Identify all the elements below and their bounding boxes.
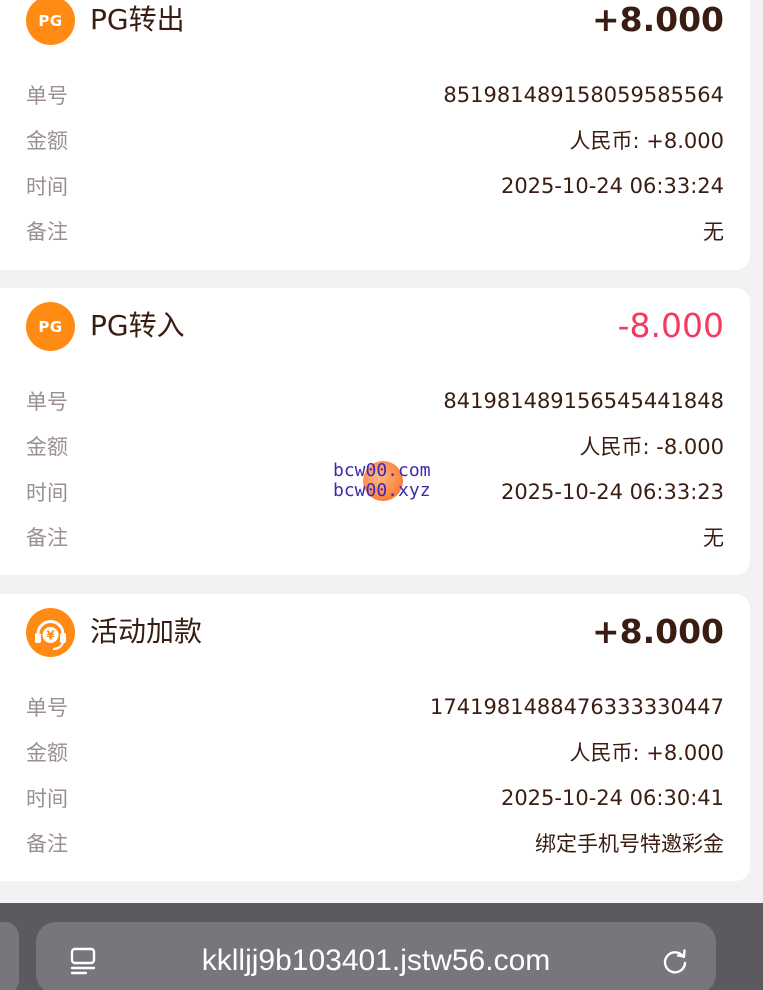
detail-label: 备注 [26, 220, 68, 245]
detail-label: 时间 [26, 786, 68, 811]
detail-label: 金额 [26, 129, 68, 154]
transaction-header: ¥ 活动加款 +8.000 [26, 600, 724, 670]
detail-row-order-number: 单号 1741981488476333330447 [26, 684, 724, 730]
address-bar[interactable]: kklljj9b103401.jstw56.com [36, 922, 716, 990]
detail-row-time: 时间 2025-10-24 06:30:41 [26, 775, 724, 821]
detail-row-time: 时间 2025-10-24 06:33:24 [26, 163, 724, 209]
pg-logo-icon: PG [26, 302, 75, 351]
detail-label: 时间 [26, 480, 68, 505]
detail-value: 人民币: -8.000 [579, 435, 724, 460]
transaction-title: PG转入 [90, 309, 185, 342]
detail-row-order-number: 单号 851981489158059585564 [26, 72, 724, 118]
watermark-line: bcw00.com [333, 460, 431, 481]
detail-value: 841981489156545441848 [443, 388, 724, 413]
transaction-card[interactable]: PG PG转出 +8.000 单号 851981489158059585564 … [0, 0, 750, 270]
detail-value: 851981489158059585564 [443, 82, 724, 107]
detail-row-amount: 金额 人民币: +8.000 [26, 730, 724, 776]
detail-label: 备注 [26, 832, 68, 857]
detail-value: 人民币: +8.000 [569, 129, 724, 154]
transaction-title: PG转出 [90, 3, 185, 36]
previous-tab[interactable] [0, 922, 19, 990]
detail-row-amount: 金额 人民币: +8.000 [26, 118, 724, 164]
transaction-header: PG PG转入 -8.000 [26, 294, 724, 364]
transaction-amount: +8.000 [591, 0, 724, 39]
transaction-amount: -8.000 [617, 306, 724, 345]
detail-value: 1741981488476333330447 [430, 694, 724, 719]
detail-label: 单号 [26, 389, 68, 414]
transaction-details: 单号 1741981488476333330447 金额 人民币: +8.000… [26, 684, 724, 866]
transaction-title: 活动加款 [90, 615, 203, 648]
logo-text: PG [38, 11, 63, 30]
watermark-line: bcw00.xyz [333, 480, 431, 501]
detail-label: 金额 [26, 741, 68, 766]
watermark: bcw00.com bcw00.xyz [333, 461, 443, 506]
detail-value: 人民币: +8.000 [569, 741, 724, 766]
detail-value: 2025-10-24 06:33:23 [500, 479, 724, 504]
svg-text:¥: ¥ [46, 629, 55, 643]
pg-logo-icon: PG [26, 0, 75, 45]
detail-row-note: 备注 无 [26, 515, 724, 561]
detail-label: 备注 [26, 526, 68, 551]
headset-yuan-icon: ¥ [26, 608, 75, 657]
transaction-amount: +8.000 [591, 612, 724, 651]
transaction-header: PG PG转出 +8.000 [26, 0, 724, 58]
detail-row-order-number: 单号 841981489156545441848 [26, 378, 724, 424]
detail-value: 2025-10-24 06:30:41 [500, 785, 724, 810]
detail-value: 无 [703, 526, 724, 551]
detail-row-note: 备注 绑定手机号特邀彩金 [26, 821, 724, 867]
headset-yuan-icon: ¥ [35, 620, 66, 650]
logo-text: PG [38, 317, 63, 336]
detail-label: 时间 [26, 174, 68, 199]
detail-label: 金额 [26, 435, 68, 460]
url-text[interactable]: kklljj9b103401.jstw56.com [36, 944, 716, 978]
reload-icon[interactable] [660, 946, 690, 980]
detail-value: 无 [703, 220, 724, 245]
detail-row-note: 备注 无 [26, 209, 724, 255]
detail-value: 2025-10-24 06:33:24 [500, 173, 724, 198]
detail-label: 单号 [26, 695, 68, 720]
transaction-details: 单号 851981489158059585564 金额 人民币: +8.000 … [26, 72, 724, 254]
detail-value: 绑定手机号特邀彩金 [535, 832, 724, 857]
transaction-card[interactable]: ¥ 活动加款 +8.000 单号 1741981488476333330447 … [0, 594, 750, 881]
browser-toolbar: kklljj9b103401.jstw56.com [0, 903, 763, 990]
transaction-card[interactable]: PG PG转入 -8.000 单号 841981489156545441848 … [0, 288, 750, 575]
detail-label: 单号 [26, 83, 68, 108]
